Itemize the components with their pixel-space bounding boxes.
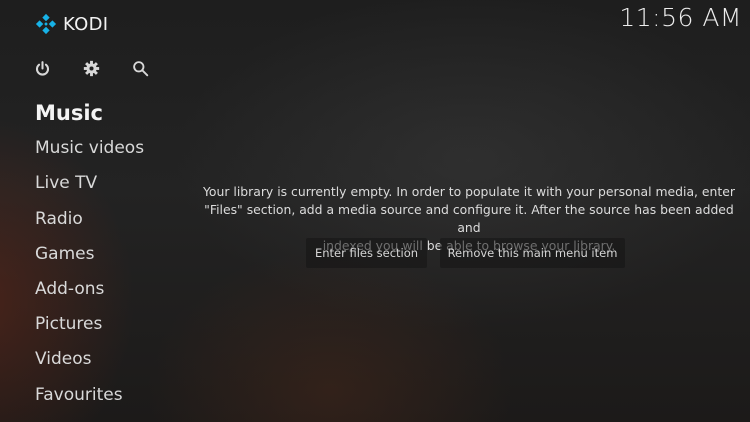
remove-menu-item-button[interactable]: Remove this main menu item [440, 238, 625, 268]
menu-item-pictures[interactable]: Pictures [35, 307, 144, 342]
kodi-logo-icon [35, 13, 57, 35]
search-icon[interactable] [131, 59, 149, 77]
clock: 11:56 AM [619, 3, 742, 32]
top-toolbar [33, 59, 180, 77]
menu-item-radio[interactable]: Radio [35, 202, 144, 237]
menu-item-games[interactable]: Games [35, 237, 144, 272]
menu-item-videos[interactable]: Videos [35, 342, 144, 377]
message-line: "Files" section, add a media source and … [204, 202, 734, 235]
home-screen: KODI 11:56 AM Music Music videos Live TV… [0, 0, 750, 422]
message-line: Your library is currently empty. In orde… [203, 184, 735, 199]
menu-item-music-videos[interactable]: Music videos [35, 131, 144, 166]
menu-item-live-tv[interactable]: Live TV [35, 166, 144, 201]
enter-files-section-button[interactable]: Enter files section [306, 238, 427, 268]
menu-item-music[interactable]: Music [35, 96, 144, 131]
logo-text: KODI [63, 13, 109, 35]
menu-item-favourites[interactable]: Favourites [35, 378, 144, 413]
menu-item-add-ons[interactable]: Add-ons [35, 272, 144, 307]
power-icon[interactable] [33, 59, 51, 77]
library-actions: Enter files section Remove this main men… [306, 238, 625, 268]
kodi-logo: KODI [35, 12, 108, 36]
main-menu: Music Music videos Live TV Radio Games A… [35, 96, 144, 413]
gear-icon[interactable] [82, 59, 100, 77]
